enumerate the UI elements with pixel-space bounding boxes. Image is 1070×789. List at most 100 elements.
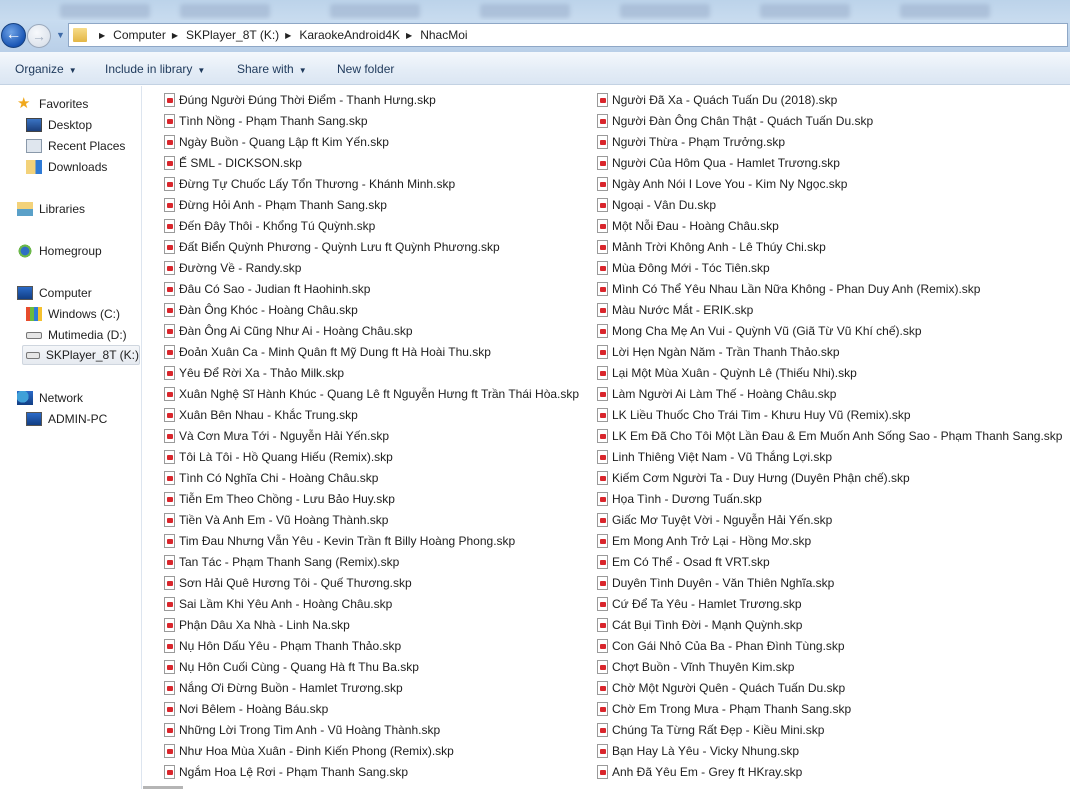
file-item[interactable]: Tan Tác - Phạm Thanh Sang (Remix).skp [164, 552, 399, 572]
breadcrumb-current-folder[interactable]: NhacMoi [420, 28, 467, 42]
file-item[interactable]: Màu Nước Mắt - ERIK.skp [597, 300, 753, 320]
file-item[interactable]: Nụ Hôn Dấu Yêu - Phạm Thanh Thảo.skp [164, 636, 401, 656]
file-item[interactable]: Cứ Để Ta Yêu - Hamlet Trương.skp [597, 594, 802, 614]
recent-pages-dropdown[interactable]: ▼ [56, 30, 65, 40]
file-item[interactable]: Ngoại - Vân Du.skp [597, 195, 716, 215]
file-item[interactable]: Xuân Bên Nhau - Khắc Trung.skp [164, 405, 358, 425]
file-item[interactable]: Duyên Tình Duyên - Văn Thiên Nghĩa.skp [597, 573, 834, 593]
file-item[interactable]: Con Gái Nhỏ Của Ba - Phan Đình Tùng.skp [597, 636, 845, 656]
file-item[interactable]: Lời Hẹn Ngàn Năm - Trần Thanh Thảo.skp [597, 342, 840, 362]
file-item[interactable]: Sơn Hải Quê Hương Tôi - Quế Thương.skp [164, 573, 412, 593]
file-item[interactable]: Như Hoa Mùa Xuân - Đinh Kiến Phong (Remi… [164, 741, 454, 761]
sidebar-item-drive-d[interactable]: Mutimedia (D:) [26, 325, 127, 345]
skp-file-icon [164, 723, 175, 737]
skp-file-icon [164, 219, 175, 233]
file-item[interactable]: Đàn Ông Khóc - Hoàng Châu.skp [164, 300, 358, 320]
file-item[interactable]: Những Lời Trong Tim Anh - Vũ Hoàng Thành… [164, 720, 440, 740]
file-item[interactable]: Chúng Ta Từng Rất Đẹp - Kiều Mini.skp [597, 720, 824, 740]
new-folder-button[interactable]: New folder [337, 62, 394, 76]
back-button[interactable]: ← [1, 23, 26, 48]
file-item[interactable]: Kiếm Cơm Người Ta - Duy Hưng (Duyên Phận… [597, 468, 910, 488]
breadcrumb-karaoke-folder[interactable]: KaraokeAndroid4K [299, 28, 400, 42]
file-item[interactable]: Mảnh Trời Không Anh - Lê Thúy Chi.skp [597, 237, 826, 257]
breadcrumb-arrow-icon[interactable]: ▶ [99, 31, 105, 40]
forward-button[interactable]: → [27, 24, 51, 48]
file-item[interactable]: Sai Lầm Khi Yêu Anh - Hoàng Châu.skp [164, 594, 392, 614]
file-item[interactable]: Một Nỗi Đau - Hoàng Châu.skp [597, 216, 779, 236]
file-item[interactable]: Linh Thiêng Việt Nam - Vũ Thắng Lợi.skp [597, 447, 832, 467]
file-item[interactable]: Giấc Mơ Tuyệt Vời - Nguyễn Hải Yến.skp [597, 510, 832, 530]
breadcrumb-computer[interactable]: Computer [113, 28, 166, 42]
file-item[interactable]: Mình Có Thể Yêu Nhau Lần Nữa Không - Pha… [597, 279, 980, 299]
homegroup-icon [17, 244, 33, 258]
file-item[interactable]: Đường Về - Randy.skp [164, 258, 301, 278]
file-item[interactable]: Tôi Là Tôi - Hồ Quang Hiếu (Remix).skp [164, 447, 393, 467]
file-item[interactable]: Đoản Xuân Ca - Minh Quân ft Mỹ Dung ft H… [164, 342, 491, 362]
file-item[interactable]: Ngày Anh Nói I Love You - Kim Ny Ngọc.sk… [597, 174, 847, 194]
file-item[interactable]: Ế SML - DICKSON.skp [164, 153, 302, 173]
sidebar-item-libraries[interactable]: Libraries [17, 199, 85, 219]
file-item[interactable]: Tiễn Em Theo Chồng - Lưu Bảo Huy.skp [164, 489, 395, 509]
file-item[interactable]: Tim Đau Nhưng Vẫn Yêu - Kevin Trần ft Bi… [164, 531, 515, 551]
organize-button[interactable]: Organize ▼ [15, 62, 77, 76]
file-item[interactable]: Đất Biển Quỳnh Phương - Quỳnh Lưu ft Quỳ… [164, 237, 500, 257]
sidebar-item-homegroup[interactable]: Homegroup [17, 241, 102, 261]
file-name: Duyên Tình Duyên - Văn Thiên Nghĩa.skp [612, 576, 835, 590]
file-item[interactable]: Mùa Đông Mới - Tóc Tiên.skp [597, 258, 770, 278]
file-item[interactable]: Ngắm Hoa Lệ Rơi - Phạm Thanh Sang.skp [164, 762, 408, 782]
file-item[interactable]: Họa Tình - Dương Tuấn.skp [597, 489, 762, 509]
file-name: Đừng Hỏi Anh - Phạm Thanh Sang.skp [179, 198, 387, 212]
sidebar-item-downloads[interactable]: Downloads [26, 157, 107, 177]
file-item[interactable]: Người Thừa - Phạm Trưởng.skp [597, 132, 785, 152]
sidebar-item-recent-places[interactable]: Recent Places [26, 136, 125, 156]
file-item[interactable]: LK Em Đã Cho Tôi Một Lần Đau & Em Muốn A… [597, 426, 1062, 446]
file-item[interactable]: Đúng Người Đúng Thời Điểm - Thanh Hưng.s… [164, 90, 436, 110]
sidebar-item-computer[interactable]: Computer [17, 283, 92, 303]
file-item[interactable]: Xuân Nghệ Sĩ Hành Khúc - Quang Lê ft Ngu… [164, 384, 579, 404]
breadcrumb-arrow-icon[interactable]: ▶ [406, 31, 412, 40]
breadcrumb-arrow-icon[interactable]: ▶ [285, 31, 291, 40]
file-item[interactable]: Cát Bụi Tình Đời - Mạnh Quỳnh.skp [597, 615, 802, 635]
share-with-button[interactable]: Share with ▼ [237, 62, 307, 76]
file-item[interactable]: Yêu Để Rời Xa - Thảo Milk.skp [164, 363, 344, 383]
file-item[interactable]: Chờ Một Người Quên - Quách Tuấn Du.skp [597, 678, 845, 698]
address-bar[interactable]: ▶ Computer ▶ SKPlayer_8T (K:) ▶ KaraokeAndr… [68, 23, 1068, 47]
file-item[interactable]: Lại Một Mùa Xuân - Quỳnh Lê (Thiếu Nhi).… [597, 363, 857, 383]
breadcrumb-arrow-icon[interactable]: ▶ [172, 31, 178, 40]
file-item[interactable]: Phận Dâu Xa Nhà - Linh Na.skp [164, 615, 350, 635]
include-in-library-button[interactable]: Include in library ▼ [105, 62, 205, 76]
breadcrumb-drive[interactable]: SKPlayer_8T (K:) [186, 28, 279, 42]
sidebar-item-network[interactable]: Network [17, 388, 83, 408]
file-item[interactable]: Làm Người Ai Làm Thế - Hoàng Châu.skp [597, 384, 836, 404]
file-item[interactable]: Tình Nồng - Phạm Thanh Sang.skp [164, 111, 368, 131]
file-name: Đâu Có Sao - Judian ft Haohinh.skp [179, 282, 371, 296]
file-item[interactable]: Ngày Buồn - Quang Lập ft Kim Yến.skp [164, 132, 389, 152]
file-item[interactable]: Đâu Có Sao - Judian ft Haohinh.skp [164, 279, 370, 299]
file-item[interactable]: Em Có Thể - Osad ft VRT.skp [597, 552, 770, 572]
file-item[interactable]: Tình Có Nghĩa Chi - Hoàng Châu.skp [164, 468, 378, 488]
file-item[interactable]: Em Mong Anh Trở Lại - Hồng Mơ.skp [597, 531, 811, 551]
file-item[interactable]: Và Cơn Mưa Tới - Nguyễn Hải Yến.skp [164, 426, 389, 446]
sidebar-item-favorites[interactable]: ★ Favorites [17, 94, 88, 114]
file-item[interactable]: Mong Cha Mẹ An Vui - Quỳnh Vũ (Giã Từ Vũ… [597, 321, 922, 341]
file-item[interactable]: Nơi Bêlem - Hoàng Báu.skp [164, 699, 328, 719]
file-item[interactable]: Bạn Hay Là Yêu - Vicky Nhung.skp [597, 741, 799, 761]
file-item[interactable]: Nụ Hôn Cuối Cùng - Quang Hà ft Thu Ba.sk… [164, 657, 419, 677]
file-item[interactable]: Người Của Hôm Qua - Hamlet Trương.skp [597, 153, 840, 173]
file-item[interactable]: Người Đàn Ông Chân Thật - Quách Tuấn Du.… [597, 111, 873, 131]
file-item[interactable]: Đừng Tự Chuốc Lấy Tổn Thương - Khánh Min… [164, 174, 455, 194]
file-item[interactable]: Nắng Ơi Đừng Buồn - Hamlet Trương.skp [164, 678, 403, 698]
sidebar-item-admin-pc[interactable]: ADMIN-PC [26, 409, 107, 429]
sidebar-item-drive-c[interactable]: Windows (C:) [26, 304, 120, 324]
file-item[interactable]: Đến Đây Thôi - Khổng Tú Quỳnh.skp [164, 216, 375, 236]
file-item[interactable]: LK Liều Thuốc Cho Trái Tim - Khưu Huy Vũ… [597, 405, 911, 425]
file-item[interactable]: Tiền Và Anh Em - Vũ Hoàng Thành.skp [164, 510, 388, 530]
file-item[interactable]: Đàn Ông Ai Cũng Như Ai - Hoàng Châu.skp [164, 321, 413, 341]
file-item[interactable]: Đừng Hỏi Anh - Phạm Thanh Sang.skp [164, 195, 387, 215]
file-item[interactable]: Chờ Em Trong Mưa - Phạm Thanh Sang.skp [597, 699, 851, 719]
sidebar-item-desktop[interactable]: Desktop [26, 115, 92, 135]
sidebar-item-drive-k[interactable]: SKPlayer_8T (K:) [22, 345, 140, 365]
file-item[interactable]: Anh Đã Yêu Em - Grey ft HKray.skp [597, 762, 802, 782]
file-item[interactable]: Người Đã Xa - Quách Tuấn Du (2018).skp [597, 90, 837, 110]
file-item[interactable]: Chợt Buồn - Vĩnh Thuyên Kim.skp [597, 657, 794, 677]
